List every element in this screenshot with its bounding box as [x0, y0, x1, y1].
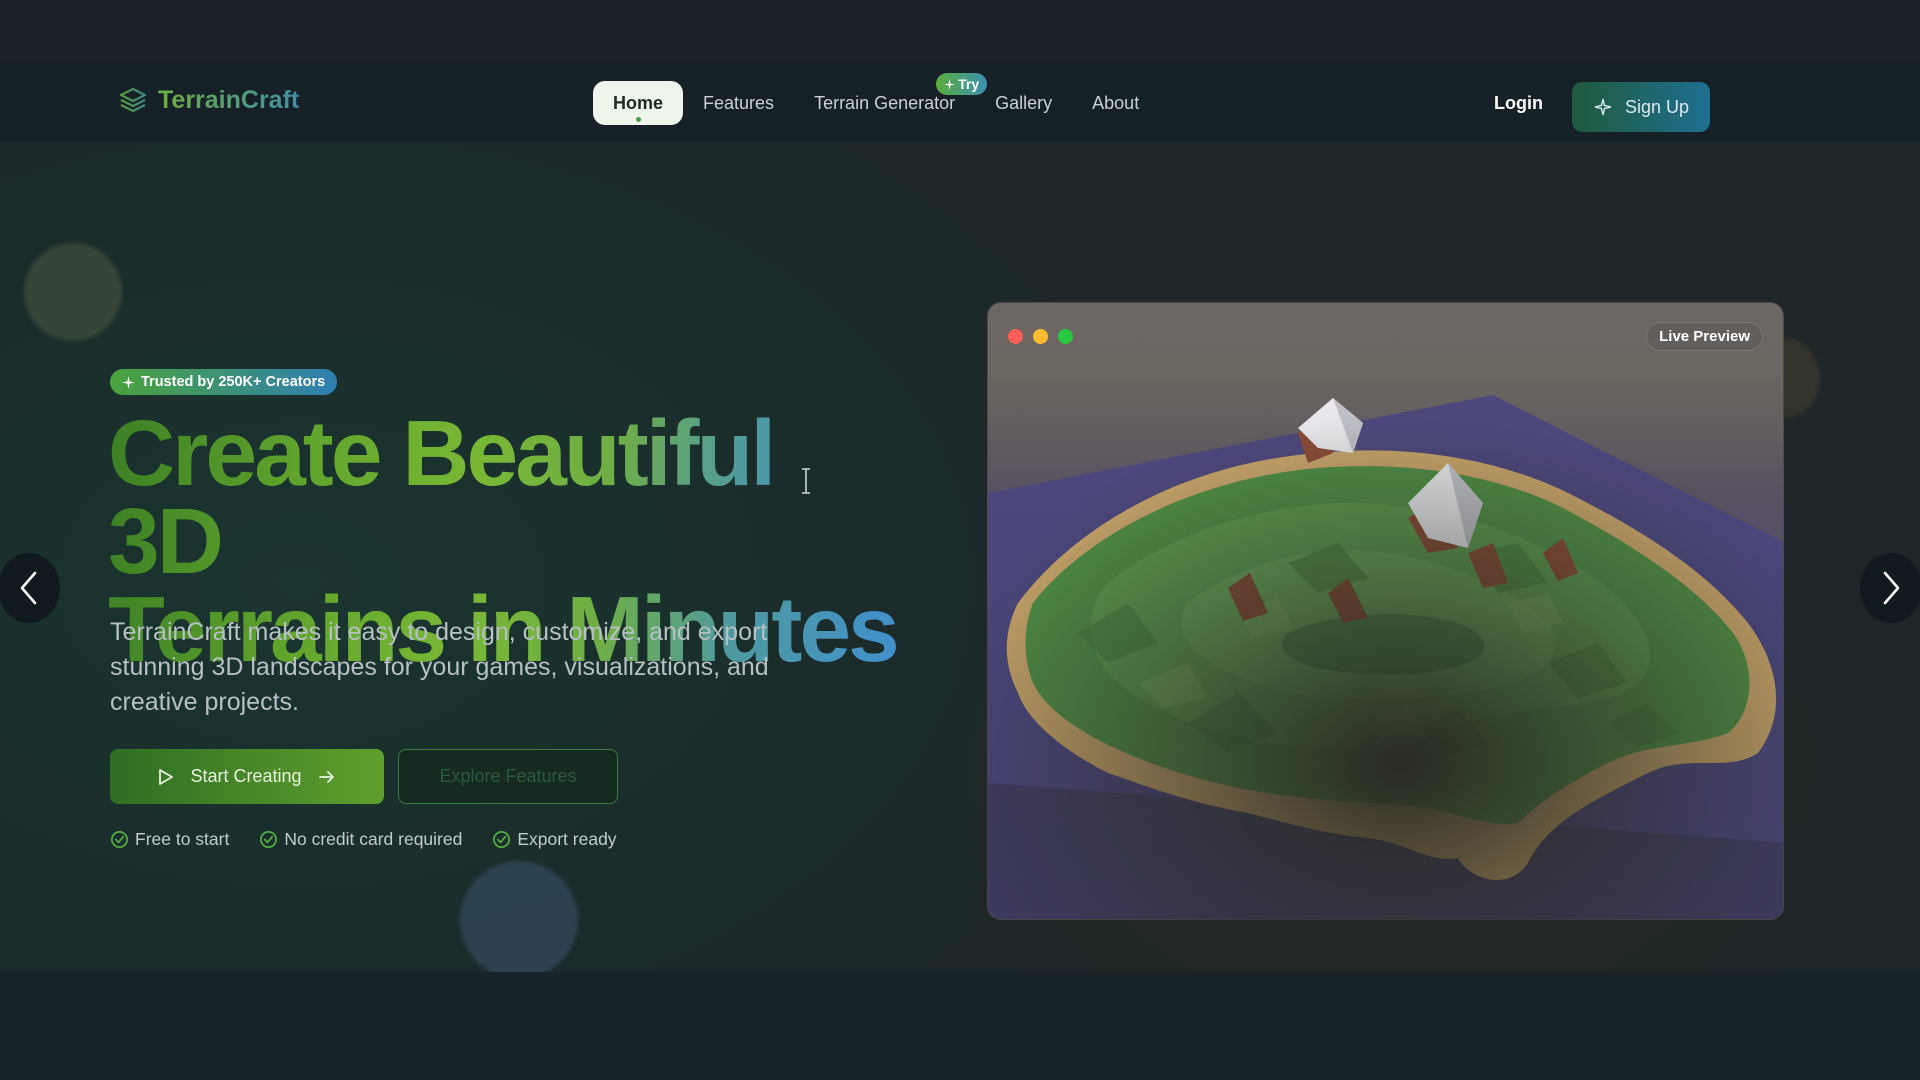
login-link[interactable]: Login: [1494, 93, 1543, 114]
check-label: No credit card required: [284, 829, 463, 849]
check-circle-icon: [260, 831, 278, 848]
check-label: Free to start: [135, 829, 230, 849]
terrain-3d-render: [988, 395, 1783, 919]
trust-badge-label: Trusted by 250K+ Creators: [141, 374, 326, 390]
signup-button[interactable]: Sign Up: [1572, 82, 1710, 132]
carousel-next-button[interactable]: [1860, 553, 1920, 623]
nav-item-label: Features: [703, 92, 775, 113]
nav-item-terrain-generator[interactable]: Terrain Generator Try: [794, 73, 988, 125]
signup-label: Sign Up: [1624, 96, 1690, 117]
brand-logo[interactable]: TerrainCraft: [118, 85, 299, 115]
trust-badge: Trusted by 250K+ Creators: [110, 369, 338, 395]
nav-item-label: Terrain Generator: [814, 92, 956, 113]
live-preview-window: Live Preview: [987, 302, 1784, 920]
check-item: Export ready: [492, 829, 617, 850]
explore-features-label: Explore Features: [439, 766, 577, 786]
hero-stage: TerrainCraft Home Features Terrain Gener…: [0, 63, 1920, 972]
nav-item-features[interactable]: Features: [683, 81, 794, 125]
decorative-blob: [24, 243, 122, 341]
chevron-right-icon: [1883, 571, 1900, 605]
arrow-right-icon: [318, 770, 334, 783]
nav-item-gallery[interactable]: Gallery: [975, 81, 1072, 125]
play-icon: [159, 768, 174, 785]
top-band: [0, 0, 1920, 63]
check-item: No credit card required: [259, 829, 462, 850]
decorative-blob: [460, 861, 578, 972]
nav-item-label: About: [1092, 92, 1140, 113]
start-creating-button[interactable]: Start Creating: [110, 749, 384, 804]
top-navbar: TerrainCraft Home Features Terrain Gener…: [0, 63, 1920, 143]
sparkle-icon: [1594, 98, 1612, 116]
sparkle-icon: [944, 78, 956, 90]
start-creating-label: Start Creating: [190, 766, 302, 786]
headline-line-1: Create Beautiful 3D: [108, 401, 774, 593]
check-label: Export ready: [517, 829, 617, 849]
feature-checks: Free to start No credit card required Ex…: [110, 829, 617, 850]
nav-item-label: Home: [613, 92, 664, 113]
nav-item-about[interactable]: About: [1072, 81, 1159, 125]
explore-features-button[interactable]: Explore Features: [398, 749, 618, 804]
carousel-prev-button[interactable]: [0, 553, 60, 623]
nav-links: Home Features Terrain Generator Try Gall…: [593, 73, 1159, 125]
hero-subtext: TerrainCraft makes it easy to design, cu…: [110, 618, 769, 716]
nav-item-home[interactable]: Home: [593, 81, 684, 125]
text-cursor-icon: [802, 468, 810, 494]
nav-item-label: Gallery: [995, 92, 1053, 113]
check-circle-icon: [111, 831, 128, 848]
brand-name: TerrainCraft: [158, 85, 300, 114]
check-circle-icon: [493, 831, 511, 848]
layers-icon: [119, 87, 147, 113]
sparkle-icon: [122, 375, 135, 389]
bottom-band: [0, 972, 1920, 1080]
active-indicator-dot: [636, 117, 641, 122]
check-item: Free to start: [110, 829, 229, 850]
chevron-left-icon: [20, 571, 37, 605]
